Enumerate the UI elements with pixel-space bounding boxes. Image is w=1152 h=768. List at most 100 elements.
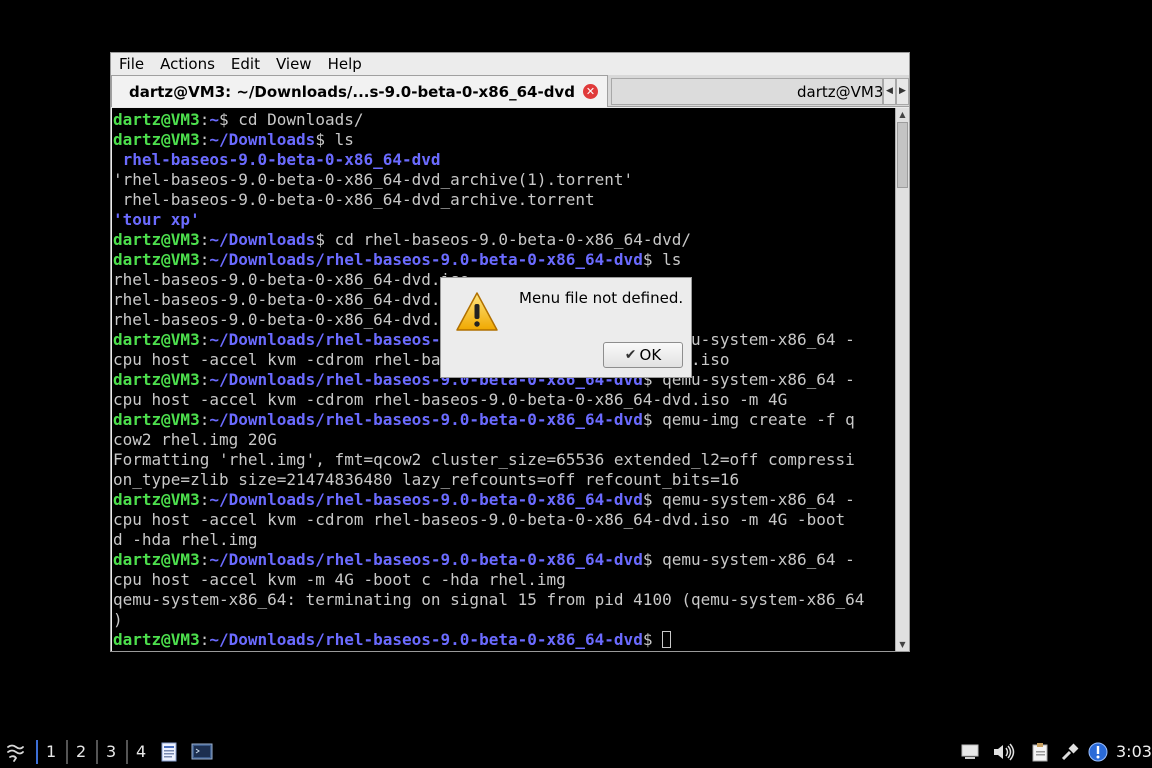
terminal-text: $ cd rhel-baseos-9.0-beta-0-x86_64-dvd/ [315, 230, 691, 249]
terminal-text: $ qemu-system-x86_64 - [642, 550, 855, 569]
terminal-text: rhel-baseos-9.0-beta-0-x86_64-dvd.iso [113, 290, 470, 309]
terminal-line: ) [113, 610, 123, 630]
terminal-text: 'rhel-baseos-9.0-beta-0-x86_64-dvd_archi… [113, 170, 634, 189]
terminal-text: ~/Downloads/rhel-baseos-9.0-beta-0-x86_6… [209, 550, 643, 569]
terminal-cursor [662, 631, 672, 648]
scroll-up-icon[interactable]: ▲ [896, 108, 909, 121]
display-icon[interactable] [960, 742, 980, 762]
tab-bar: dartz@VM3: ~/Downloads/...s-9.0-beta-0-x… [111, 75, 909, 107]
desktop-3[interactable]: 3 [96, 740, 122, 764]
ok-button[interactable]: ✔ OK [603, 342, 683, 368]
terminal-text: $ cd Downloads/ [218, 110, 364, 129]
terminal-text: : [199, 110, 210, 129]
terminal-text: rhel-baseos-9.0-beta-0-x86_64-dvd.iso [113, 270, 470, 289]
tab-inactive-label: dartz@VM3: ~ [797, 83, 883, 101]
terminal-text: ~/Downloads/rhel-baseos-9.0-beta-0-x86_6… [209, 490, 643, 509]
desktop-4[interactable]: 4 [126, 740, 152, 764]
terminal-text: dartz@VM3 [113, 630, 200, 649]
terminal-line: dartz@VM3:~/Downloads/rhel-baseos-9.0-be… [113, 410, 855, 430]
terminal-text: : [199, 370, 210, 389]
terminal-line: 'rhel-baseos-9.0-beta-0-x86_64-dvd_archi… [113, 170, 633, 190]
terminal-line: cow2 rhel.img 20G [113, 430, 277, 450]
desktop-2[interactable]: 2 [66, 740, 92, 764]
terminal-text: ~ [209, 110, 219, 129]
terminal-text: $ ls [315, 130, 354, 149]
terminal-text: ~/Downloads [209, 130, 316, 149]
tab-active[interactable]: dartz@VM3: ~/Downloads/...s-9.0-beta-0-x… [111, 75, 608, 107]
terminal-line: rhel-baseos-9.0-beta-0-x86_64-dvd [113, 150, 441, 170]
terminal-text: : [199, 490, 210, 509]
terminal-text: : [199, 410, 210, 429]
warning-icon [456, 292, 498, 331]
clock: 3:03 [1116, 742, 1152, 761]
update-notifier-icon[interactable] [1088, 742, 1108, 762]
terminal-output[interactable]: dartz@VM3:~$ cd Downloads/dartz@VM3:~/Do… [112, 108, 895, 651]
volume-icon[interactable] [992, 742, 1016, 762]
menu-file[interactable]: File [111, 53, 152, 75]
terminal-text: : [199, 550, 210, 569]
app-menu-icon[interactable] [4, 741, 26, 763]
terminal-text: ) [113, 610, 123, 629]
terminal-scrollbar[interactable]: ▲ ▼ [895, 108, 909, 651]
terminal-line: rhel-baseos-9.0-beta-0-x86_64-dvd_archiv… [113, 190, 595, 210]
terminal-text: dartz@VM3 [113, 370, 200, 389]
terminal-text: cpu host -accel kvm -cdrom rhel-baseos-9… [113, 390, 788, 409]
terminal-text: dartz@VM3 [113, 250, 200, 269]
dialog-message: Menu file not defined. [519, 289, 684, 307]
menu-help[interactable]: Help [320, 53, 370, 75]
terminal-line: dartz@VM3:~$ cd Downloads/ [113, 110, 363, 130]
terminal-line: rhel-baseos-9.0-beta-0-x86_64-dvd.iso [113, 270, 469, 290]
ok-label: OK [639, 346, 662, 364]
terminal-line: on_type=zlib size=21474836480 lazy_refco… [113, 470, 739, 490]
terminal-text: dartz@VM3 [113, 330, 200, 349]
terminal-text: d -hda rhel.img [113, 530, 258, 549]
tab-scroll-right-icon[interactable]: ▶ [896, 78, 909, 105]
tab-inactive[interactable]: dartz@VM3: ~ [611, 78, 883, 105]
tab-close-icon[interactable]: ✕ [583, 84, 598, 99]
terminal-text: dartz@VM3 [113, 490, 200, 509]
terminal-text: on_type=zlib size=21474836480 lazy_refco… [113, 470, 740, 489]
terminal-line: rhel-baseos-9.0-beta-0-x86_64-dvd.iso [113, 290, 469, 310]
terminal-text: dartz@VM3 [113, 550, 200, 569]
terminal-text: cpu host -accel kvm -cdrom rhel-baseos-9… [113, 510, 846, 529]
menubar: File Actions Edit View Help [111, 53, 909, 75]
check-icon: ✔ [624, 347, 637, 363]
terminal-line: rhel-baseos-9.0-beta-0-x86_64-dvd.iso [113, 310, 469, 330]
terminal-text: : [199, 230, 210, 249]
menu-actions[interactable]: Actions [152, 53, 223, 75]
terminal-line: Formatting 'rhel.img', fmt=qcow2 cluster… [113, 450, 855, 470]
terminal-text: rhel-baseos-9.0-beta-0-x86_64-dvd_archiv… [113, 190, 595, 209]
terminal-text: dartz@VM3 [113, 110, 200, 129]
terminal-text: $ qemu-img create -f q [642, 410, 855, 429]
terminal-text: Formatting 'rhel.img', fmt=qcow2 cluster… [113, 450, 855, 469]
alert-dialog: Menu file not defined. ✔ OK [440, 277, 692, 378]
terminal-line: dartz@VM3:~/Downloads/rhel-baseos-9.0-be… [113, 630, 672, 650]
tab-scroll-left-icon[interactable]: ◀ [883, 78, 896, 105]
terminal-app-icon[interactable] [191, 742, 213, 762]
terminal-text: rhel-baseos-9.0-beta-0-x86_64-dvd [113, 150, 441, 169]
terminal-line: dartz@VM3:~/Downloads/rhel-baseos-9.0-be… [113, 490, 855, 510]
terminal-text: $ [642, 630, 663, 649]
terminal-text: : [199, 630, 210, 649]
terminal-line: 'tour xp' [113, 210, 200, 230]
terminal-text: $ ls [642, 250, 682, 269]
terminal-text: dartz@VM3 [113, 230, 200, 249]
terminal-line: cpu host -accel kvm -cdrom rhel-baseos-9… [113, 390, 787, 410]
terminal-text: : [199, 130, 210, 149]
clipboard-icon[interactable] [1030, 742, 1050, 762]
terminal-text: cow2 rhel.img 20G [113, 430, 277, 449]
menu-view[interactable]: View [268, 53, 320, 75]
scroll-down-icon[interactable]: ▼ [896, 638, 909, 651]
network-icon[interactable] [1060, 742, 1080, 762]
menu-edit[interactable]: Edit [223, 53, 268, 75]
terminal-line: dartz@VM3:~/Downloads$ ls [113, 130, 354, 150]
terminal-line: dartz@VM3:~/Downloads/rhel-baseos-9.0-be… [113, 550, 855, 570]
scroll-thumb[interactable] [897, 122, 908, 188]
terminal-line: dartz@VM3:~/Downloads/rhel-baseos-9.0-be… [113, 250, 681, 270]
terminal-text: : [199, 250, 210, 269]
text-editor-icon[interactable] [160, 742, 178, 762]
terminal-text: 'tour xp' [113, 210, 200, 229]
terminal-text: cpu host -accel kvm -m 4G -boot c -hda r… [113, 570, 566, 589]
terminal-text: $ qemu-system-x86_64 - [642, 490, 855, 509]
desktop-1[interactable]: 1 [36, 740, 62, 764]
